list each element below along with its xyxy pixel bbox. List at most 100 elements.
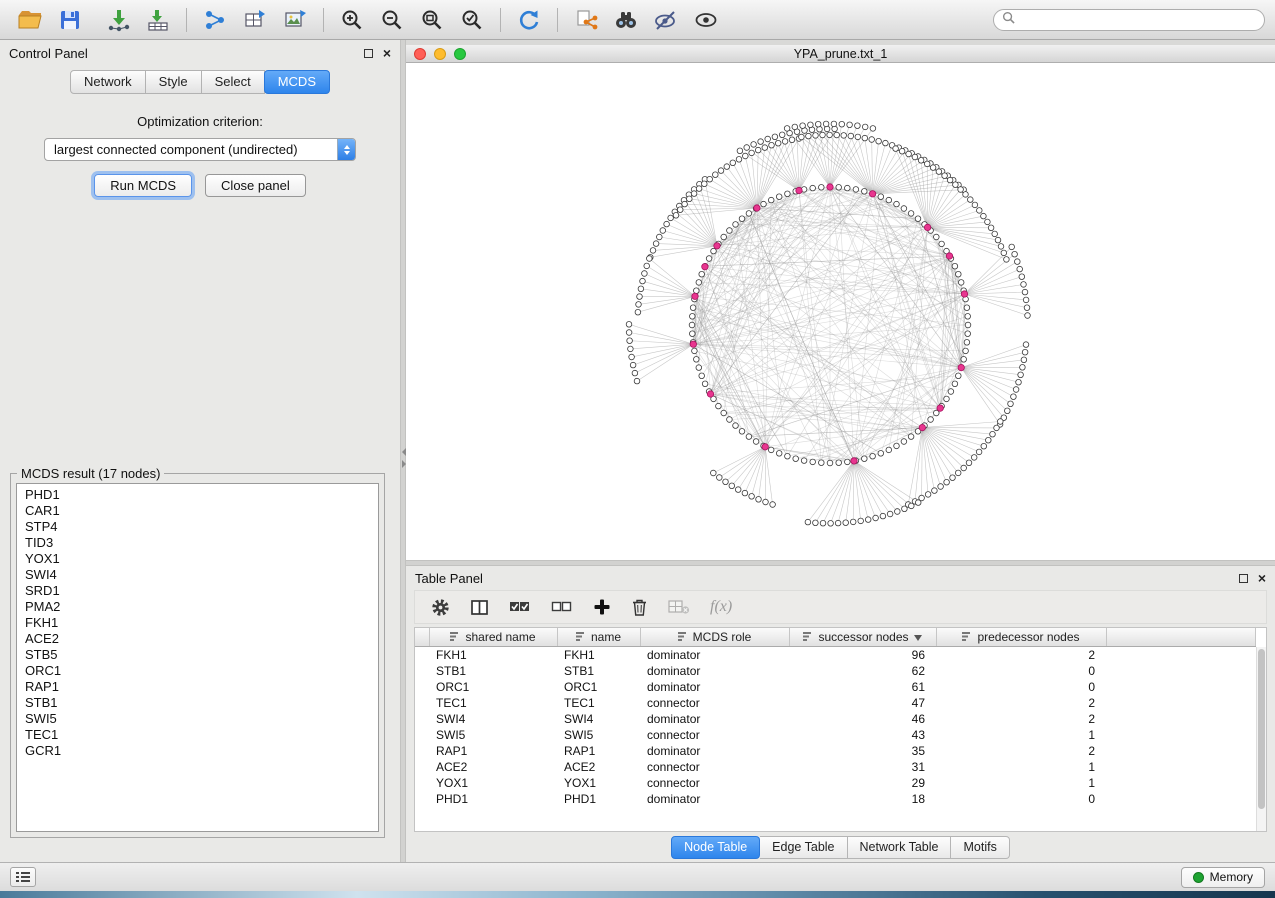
cell-name[interactable]: ORC1 [557, 679, 640, 695]
table-float-icon[interactable] [1239, 574, 1248, 583]
column-header-shared-name[interactable]: shared name [429, 628, 557, 646]
chevron-down-icon[interactable] [914, 630, 922, 644]
cell-mcds-role[interactable]: dominator [640, 791, 789, 807]
mcds-result-item[interactable]: ORC1 [17, 663, 378, 679]
row-filler[interactable] [1106, 775, 1256, 791]
network-share-icon[interactable] [195, 4, 235, 36]
zoom-fit-icon[interactable] [412, 4, 452, 36]
table-row[interactable]: SWI4SWI4dominator462 [415, 711, 1256, 727]
row-filler[interactable] [1106, 679, 1256, 695]
cell-name[interactable]: TEC1 [557, 695, 640, 711]
row-filler[interactable] [1106, 646, 1256, 663]
open-folder-icon[interactable] [10, 4, 50, 36]
run-mcds-button[interactable]: Run MCDS [94, 174, 192, 197]
row-gutter[interactable] [415, 775, 429, 791]
sort-icon[interactable] [962, 630, 972, 644]
tab-select[interactable]: Select [202, 70, 265, 94]
row-filler[interactable] [1106, 695, 1256, 711]
row-gutter[interactable] [415, 695, 429, 711]
mcds-result-item[interactable]: CAR1 [17, 503, 378, 519]
cell-name[interactable]: SWI5 [557, 727, 640, 743]
cell-predecessor-nodes[interactable]: 2 [936, 695, 1106, 711]
cell-shared-name[interactable]: TEC1 [429, 695, 557, 711]
cell-successor-nodes[interactable]: 62 [789, 663, 936, 679]
table-import-icon[interactable] [235, 4, 275, 36]
table-row[interactable]: YOX1YOX1connector291 [415, 775, 1256, 791]
save-floppy-icon[interactable] [50, 4, 90, 36]
zoom-in-icon[interactable] [332, 4, 372, 36]
tab-network-table[interactable]: Network Table [848, 836, 952, 859]
mcds-result-item[interactable]: STP4 [17, 519, 378, 535]
mcds-result-list[interactable]: PHD1CAR1STP4TID3YOX1SWI4SRD1PMA2FKH1ACE2… [16, 483, 379, 832]
cell-mcds-role[interactable]: dominator [640, 679, 789, 695]
cell-shared-name[interactable]: PHD1 [429, 791, 557, 807]
float-panel-icon[interactable] [364, 49, 373, 58]
hide-eye-icon[interactable] [646, 4, 686, 36]
mcds-result-item[interactable]: SRD1 [17, 583, 378, 599]
mcds-result-item[interactable]: ACE2 [17, 631, 378, 647]
cell-successor-nodes[interactable]: 47 [789, 695, 936, 711]
mcds-result-item[interactable]: STB1 [17, 695, 378, 711]
cell-shared-name[interactable]: RAP1 [429, 743, 557, 759]
column-header-successor-nodes[interactable]: successor nodes [789, 628, 936, 646]
table-row[interactable]: STB1STB1dominator620 [415, 663, 1256, 679]
mcds-result-item[interactable]: TEC1 [17, 727, 378, 743]
sort-icon[interactable] [803, 630, 813, 644]
row-filler[interactable] [1106, 759, 1256, 775]
cell-name[interactable]: RAP1 [557, 743, 640, 759]
cell-mcds-role[interactable]: dominator [640, 711, 789, 727]
import-network-icon[interactable] [98, 4, 138, 36]
cell-successor-nodes[interactable]: 43 [789, 727, 936, 743]
table-row[interactable]: ORC1ORC1dominator610 [415, 679, 1256, 695]
mcds-result-item[interactable]: FKH1 [17, 615, 378, 631]
binoculars-icon[interactable] [606, 4, 646, 36]
criterion-select[interactable]: largest connected component (undirected) [44, 138, 356, 161]
refresh-icon[interactable] [509, 4, 549, 36]
copy-share-icon[interactable] [566, 4, 606, 36]
sort-icon[interactable] [450, 630, 460, 644]
memory-button[interactable]: Memory [1181, 867, 1265, 888]
cell-shared-name[interactable]: SWI5 [429, 727, 557, 743]
zoom-out-icon[interactable] [372, 4, 412, 36]
cell-shared-name[interactable]: ACE2 [429, 759, 557, 775]
table-row[interactable]: PHD1PHD1dominator180 [415, 791, 1256, 807]
cell-predecessor-nodes[interactable]: 2 [936, 646, 1106, 663]
table-scrollbar[interactable] [1256, 647, 1266, 831]
cell-mcds-role[interactable]: dominator [640, 663, 789, 679]
cell-shared-name[interactable]: STB1 [429, 663, 557, 679]
row-gutter[interactable] [415, 711, 429, 727]
search-field[interactable] [993, 9, 1265, 31]
panel-list-icon[interactable] [10, 867, 36, 887]
scrollbar-thumb[interactable] [1258, 649, 1265, 809]
window-maximize-icon[interactable] [454, 48, 466, 60]
cell-mcds-role[interactable]: connector [640, 727, 789, 743]
cell-predecessor-nodes[interactable]: 0 [936, 679, 1106, 695]
mcds-result-item[interactable]: TID3 [17, 535, 378, 551]
mcds-result-item[interactable]: SWI4 [17, 567, 378, 583]
split-columns-icon[interactable] [470, 598, 489, 617]
cell-shared-name[interactable]: ORC1 [429, 679, 557, 695]
column-header-predecessor-nodes[interactable]: predecessor nodes [936, 628, 1106, 646]
close-panel-icon[interactable]: × [383, 46, 391, 60]
tab-mcds[interactable]: MCDS [264, 70, 330, 94]
cell-successor-nodes[interactable]: 35 [789, 743, 936, 759]
cell-shared-name[interactable]: YOX1 [429, 775, 557, 791]
column-header-name[interactable]: name [557, 628, 640, 646]
cell-predecessor-nodes[interactable]: 1 [936, 775, 1106, 791]
zoom-selected-icon[interactable] [452, 4, 492, 36]
network-window-titlebar[interactable]: YPA_prune.txt_1 [406, 45, 1275, 63]
row-gutter[interactable] [415, 679, 429, 695]
column-header-mcds-role[interactable]: MCDS role [640, 628, 789, 646]
cell-mcds-role[interactable]: dominator [640, 646, 789, 663]
close-panel-button[interactable]: Close panel [205, 174, 306, 197]
cell-successor-nodes[interactable]: 61 [789, 679, 936, 695]
mcds-result-item[interactable]: GCR1 [17, 743, 378, 759]
cell-mcds-role[interactable]: dominator [640, 743, 789, 759]
network-graph[interactable] [406, 63, 1275, 560]
window-close-icon[interactable] [414, 48, 426, 60]
gear-icon[interactable] [431, 598, 450, 617]
mcds-result-item[interactable]: YOX1 [17, 551, 378, 567]
mcds-result-item[interactable]: PHD1 [17, 487, 378, 503]
deselect-all-icon[interactable] [551, 598, 573, 616]
mcds-result-item[interactable]: RAP1 [17, 679, 378, 695]
